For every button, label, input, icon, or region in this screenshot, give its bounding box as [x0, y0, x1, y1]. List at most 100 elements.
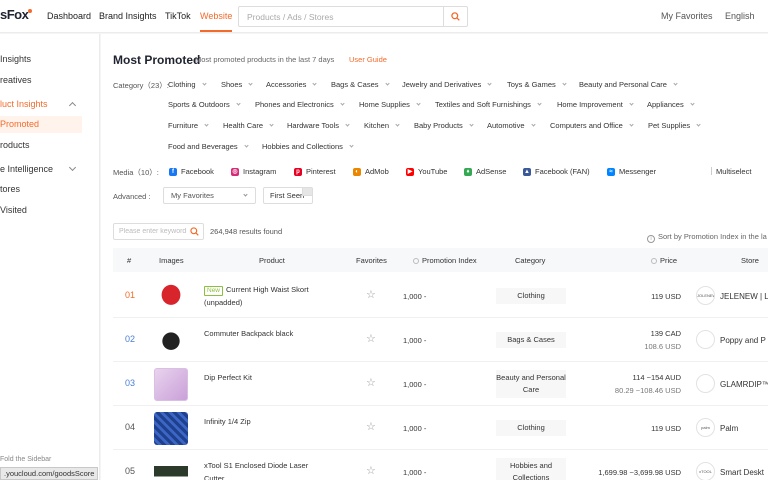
new-badge: New [204, 286, 224, 296]
media-chip[interactable]: ▶ YouTube [406, 167, 447, 176]
media-chip[interactable]: ◎ Instagram [231, 167, 276, 176]
favorites-select[interactable]: My Favorites [163, 187, 256, 204]
sidebar: Insights reatives luct Insights Promoted… [0, 34, 100, 480]
first-seen-filter[interactable]: First Seen [263, 187, 313, 204]
my-favorites-link[interactable]: My Favorites [661, 11, 713, 21]
logo[interactable]: sFox [0, 7, 33, 22]
category-chip[interactable]: Pet Supplies [648, 121, 701, 130]
category-chip[interactable]: Accessories [266, 80, 318, 89]
sidebar-item-visited[interactable]: Visited [0, 205, 27, 215]
product-name[interactable]: xTool S1 Enclosed Diode Laser Cutter [204, 459, 314, 480]
store-logo[interactable]: JOLENEW [696, 286, 715, 305]
favorite-star-icon[interactable]: ☆ [366, 332, 376, 345]
category-chip[interactable]: Home Supplies [359, 100, 421, 109]
nav-website[interactable]: Website [200, 11, 233, 32]
media-chip-label: AdSense [476, 167, 507, 176]
media-chip[interactable]: ♦ AdSense [464, 167, 506, 176]
product-name[interactable]: New Current High Waist Skort (unpadded) [204, 283, 314, 309]
table-row[interactable]: 01 New Current High Waist Skort (unpadded)… [113, 274, 768, 318]
category-chip[interactable]: Automotive [487, 121, 536, 130]
product-name[interactable]: Infinity 1/4 Zip [204, 415, 314, 428]
category-chip[interactable]: Baby Products [414, 121, 474, 130]
category-chip[interactable]: Kitchen [364, 121, 400, 130]
table-row[interactable]: 04 Infinity 1/4 Zip ☆ 1,000 - Clothing 119 US… [113, 406, 768, 450]
media-chip[interactable]: f Facebook [169, 167, 214, 176]
category-chip-label: Pet Supplies [648, 121, 691, 130]
sidebar-item-creatives[interactable]: reatives [0, 75, 32, 85]
col-promotion-index[interactable]: Promotion Index [413, 256, 477, 265]
store-logo[interactable]: xTOOL [696, 462, 715, 480]
table-row[interactable]: 05 xTool S1 Enclosed Diode Laser Cutter ☆ 1… [113, 450, 768, 480]
category-chip[interactable]: Phones and Electronics [255, 100, 345, 109]
multiselect-toggle[interactable]: Multiselect [711, 167, 751, 176]
table-row[interactable]: 02 Commuter Backpack black ☆ 1,000 - Bags & … [113, 318, 768, 362]
category-chip[interactable]: Beauty and Personal Care [579, 80, 678, 89]
favorite-star-icon[interactable]: ☆ [366, 376, 376, 389]
store-logo[interactable] [696, 374, 715, 393]
search-icon[interactable] [190, 227, 199, 236]
store-logo[interactable] [696, 330, 715, 349]
keyword-input[interactable] [114, 224, 188, 239]
fold-sidebar-button[interactable]: Fold the Sidebar [0, 456, 51, 463]
category-chip[interactable]: Computers and Office [550, 121, 634, 130]
category-chip[interactable]: Textiles and Soft Furnishings [435, 100, 542, 109]
category-chip[interactable]: Toys & Games [507, 80, 567, 89]
store-name[interactable]: GLAMRDIP™ [720, 380, 768, 389]
search-button[interactable] [443, 7, 467, 26]
store-name[interactable]: Palm [720, 424, 738, 433]
sidebar-item-product-insights[interactable]: luct Insights [0, 99, 48, 109]
favorite-star-icon[interactable]: ☆ [366, 420, 376, 433]
category-chip-label: Jewelry and Derivatives [402, 80, 482, 89]
product-image[interactable] [154, 456, 188, 480]
chevron-down-icon [243, 192, 248, 197]
product-image[interactable] [154, 280, 188, 313]
category-chip[interactable]: Bags & Cases [331, 80, 390, 89]
product-name[interactable]: Dip Perfect Kit [204, 371, 314, 384]
media-chip[interactable]: ◐ AdMob [353, 167, 389, 176]
user-guide-link[interactable]: User Guide [349, 55, 387, 64]
chevron-down-icon [395, 122, 400, 127]
sidebar-item-stores[interactable]: tores [0, 184, 20, 194]
category-chip[interactable]: Shoes [221, 80, 253, 89]
col-price[interactable]: Price [651, 256, 677, 265]
category-chip[interactable]: Home Improvement [557, 100, 634, 109]
category-chip[interactable]: Hardware Tools [287, 121, 350, 130]
col-favorites: Favorites [356, 256, 387, 265]
global-search-input[interactable] [239, 7, 443, 26]
nav-dashboard[interactable]: Dashboard [47, 11, 91, 21]
product-name[interactable]: Commuter Backpack black [204, 327, 314, 340]
category-chip[interactable]: Sports & Outdoors [168, 100, 241, 109]
category-chip[interactable]: Health Care [223, 121, 274, 130]
category-chip[interactable]: Furniture [168, 121, 209, 130]
category-chip[interactable]: Food and Beverages [168, 142, 249, 151]
language-select[interactable]: English [725, 11, 755, 21]
product-image[interactable] [154, 412, 188, 445]
sidebar-item-most-promoted[interactable]: Promoted [0, 116, 82, 133]
sidebar-item-products[interactable]: roducts [0, 140, 30, 150]
category-tag: Bags & Cases [496, 332, 566, 348]
category-chip[interactable]: Appliances [647, 100, 695, 109]
category-chip[interactable]: Clothing [168, 80, 207, 89]
category-chip[interactable]: Hobbies and Collections [262, 142, 354, 151]
category-chip[interactable]: Jewelry and Derivatives [402, 80, 492, 89]
media-chip[interactable]: ≈ Messenger [607, 167, 656, 176]
store-name[interactable]: Poppy and P [720, 336, 766, 345]
favorite-star-icon[interactable]: ☆ [366, 288, 376, 301]
sidebar-item-store-intelligence[interactable]: e Intelligence [0, 164, 53, 174]
product-image[interactable] [154, 368, 188, 401]
favorite-star-icon[interactable]: ☆ [366, 464, 376, 477]
store-name[interactable]: JELENEW | L [720, 292, 768, 301]
store-logo[interactable]: palm [696, 418, 715, 437]
category-tag: Clothing [496, 420, 566, 436]
nav-brand-insights[interactable]: Brand Insights [99, 11, 157, 21]
category-chip-label: Furniture [168, 121, 199, 130]
product-image[interactable] [154, 324, 188, 357]
nav-tiktok[interactable]: TikTok [165, 11, 191, 21]
table-row[interactable]: 03 Dip Perfect Kit ☆ 1,000 - Beauty and Pers… [113, 362, 768, 406]
media-chip[interactable]: p Pinterest [294, 167, 336, 176]
chevron-up-icon [68, 101, 77, 110]
sidebar-item-insights[interactable]: Insights [0, 54, 31, 64]
media-chip[interactable]: ▲ Facebook (FAN) [523, 167, 590, 176]
store-name[interactable]: Smart Deskt [720, 468, 764, 477]
category-chip-label: Beauty and Personal Care [579, 80, 667, 89]
